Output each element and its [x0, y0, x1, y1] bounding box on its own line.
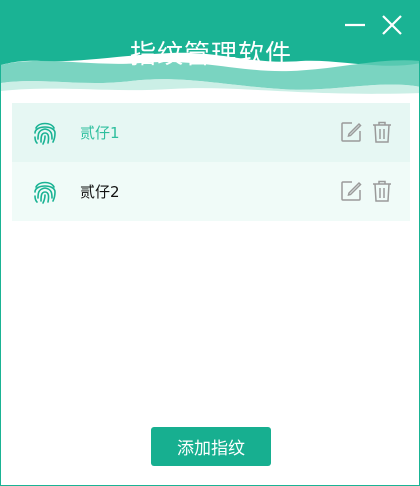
fingerprint-list: 贰仔1 贰仔2	[12, 103, 410, 221]
fingerprint-row[interactable]: 贰仔1	[12, 103, 410, 162]
window-title: 指纹管理软件	[129, 40, 292, 70]
fingerprint-icon	[34, 122, 56, 145]
minimize-button[interactable]	[341, 11, 369, 39]
fingerprint-name: 贰仔1	[80, 124, 120, 142]
fingerprint-name: 贰仔2	[80, 183, 120, 201]
edit-icon[interactable]	[340, 180, 362, 202]
add-fingerprint-button[interactable]: 添加指纹	[151, 427, 271, 466]
app-window: 指纹管理软件 贰仔1 贰仔2 添加指纹	[0, 0, 420, 486]
edit-icon[interactable]	[340, 121, 362, 143]
trash-icon[interactable]	[371, 179, 393, 203]
title-bar: 指纹管理软件	[1, 1, 419, 99]
fingerprint-row[interactable]: 贰仔2	[12, 162, 410, 221]
minimize-icon	[345, 23, 365, 27]
close-button[interactable]	[378, 11, 406, 39]
fingerprint-icon	[34, 181, 56, 204]
close-icon	[382, 15, 402, 35]
trash-icon[interactable]	[371, 120, 393, 144]
